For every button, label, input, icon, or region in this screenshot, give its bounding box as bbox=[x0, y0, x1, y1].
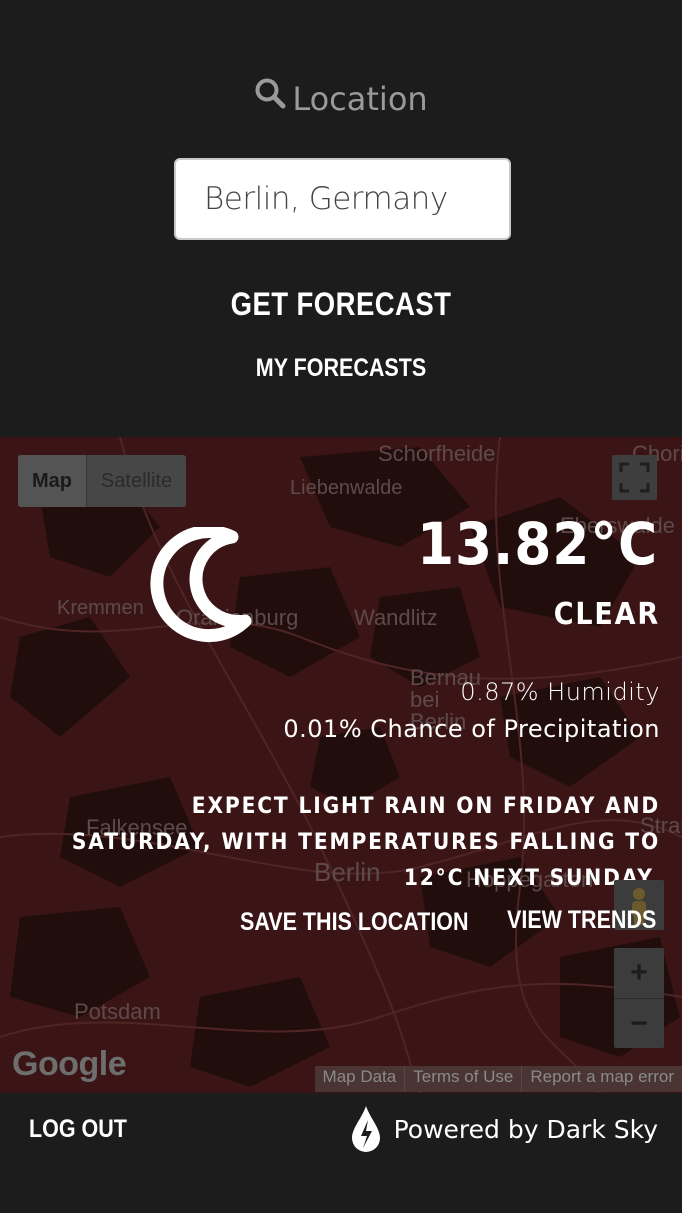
map-data-link[interactable]: Map Data bbox=[315, 1066, 405, 1092]
report-map-error-link[interactable]: Report a map error bbox=[521, 1066, 682, 1092]
map-place-label: Schorfheide bbox=[378, 441, 496, 466]
powered-by-label: Powered by Dark Sky bbox=[393, 1114, 658, 1144]
map-place-label: Potsdam bbox=[74, 999, 161, 1024]
location-heading: Location bbox=[0, 77, 682, 121]
google-logo: Google bbox=[12, 1045, 127, 1083]
powered-by-dark-sky-link[interactable]: Powered by Dark Sky bbox=[348, 1104, 658, 1154]
save-location-button[interactable]: SAVE THIS LOCATION bbox=[240, 908, 469, 937]
temperature-value: 13.82°C bbox=[416, 510, 658, 578]
get-forecast-button[interactable]: GET FORECAST bbox=[48, 286, 635, 323]
terms-of-use-link[interactable]: Terms of Use bbox=[404, 1066, 521, 1092]
humidity-text: 0.87% Humidity bbox=[460, 678, 660, 706]
map-type-map-button[interactable]: Map bbox=[18, 455, 86, 507]
location-input[interactable] bbox=[174, 158, 511, 240]
forecast-outlook: EXPECT LIGHT RAIN ON FRIDAY AND SATURDAY… bbox=[71, 794, 660, 891]
weather-summary: CLEAR bbox=[553, 597, 660, 632]
zoom-out-button[interactable]: − bbox=[614, 999, 664, 1049]
zoom-in-button[interactable]: + bbox=[614, 948, 664, 999]
logout-button[interactable]: LOG OUT bbox=[29, 1115, 127, 1144]
location-panel: Location GET FORECAST MY FORECASTS bbox=[0, 0, 682, 437]
dark-sky-logo-icon bbox=[351, 1106, 380, 1152]
search-icon bbox=[254, 77, 286, 117]
map-type-satellite-button[interactable]: Satellite bbox=[86, 455, 186, 507]
my-forecasts-button[interactable]: MY FORECASTS bbox=[48, 354, 635, 383]
clear-night-moon-icon bbox=[140, 525, 255, 652]
map-attribution-bar: Map Data Terms of Use Report a map error bbox=[314, 1066, 682, 1092]
fullscreen-button[interactable] bbox=[612, 455, 657, 500]
map-type-control: Map Satellite bbox=[18, 455, 186, 507]
map-place-label: Kremmen bbox=[57, 597, 144, 619]
fullscreen-icon bbox=[619, 462, 650, 493]
view-trends-button[interactable]: VIEW TRENDS bbox=[507, 906, 656, 935]
map-place-label: Liebenwalde bbox=[290, 477, 403, 499]
precipitation-text: 0.01% Chance of Precipitation bbox=[283, 715, 660, 743]
map-place-label: Wandlitz bbox=[354, 605, 438, 630]
location-label: Location bbox=[292, 80, 428, 118]
zoom-control: + − bbox=[614, 948, 664, 1048]
